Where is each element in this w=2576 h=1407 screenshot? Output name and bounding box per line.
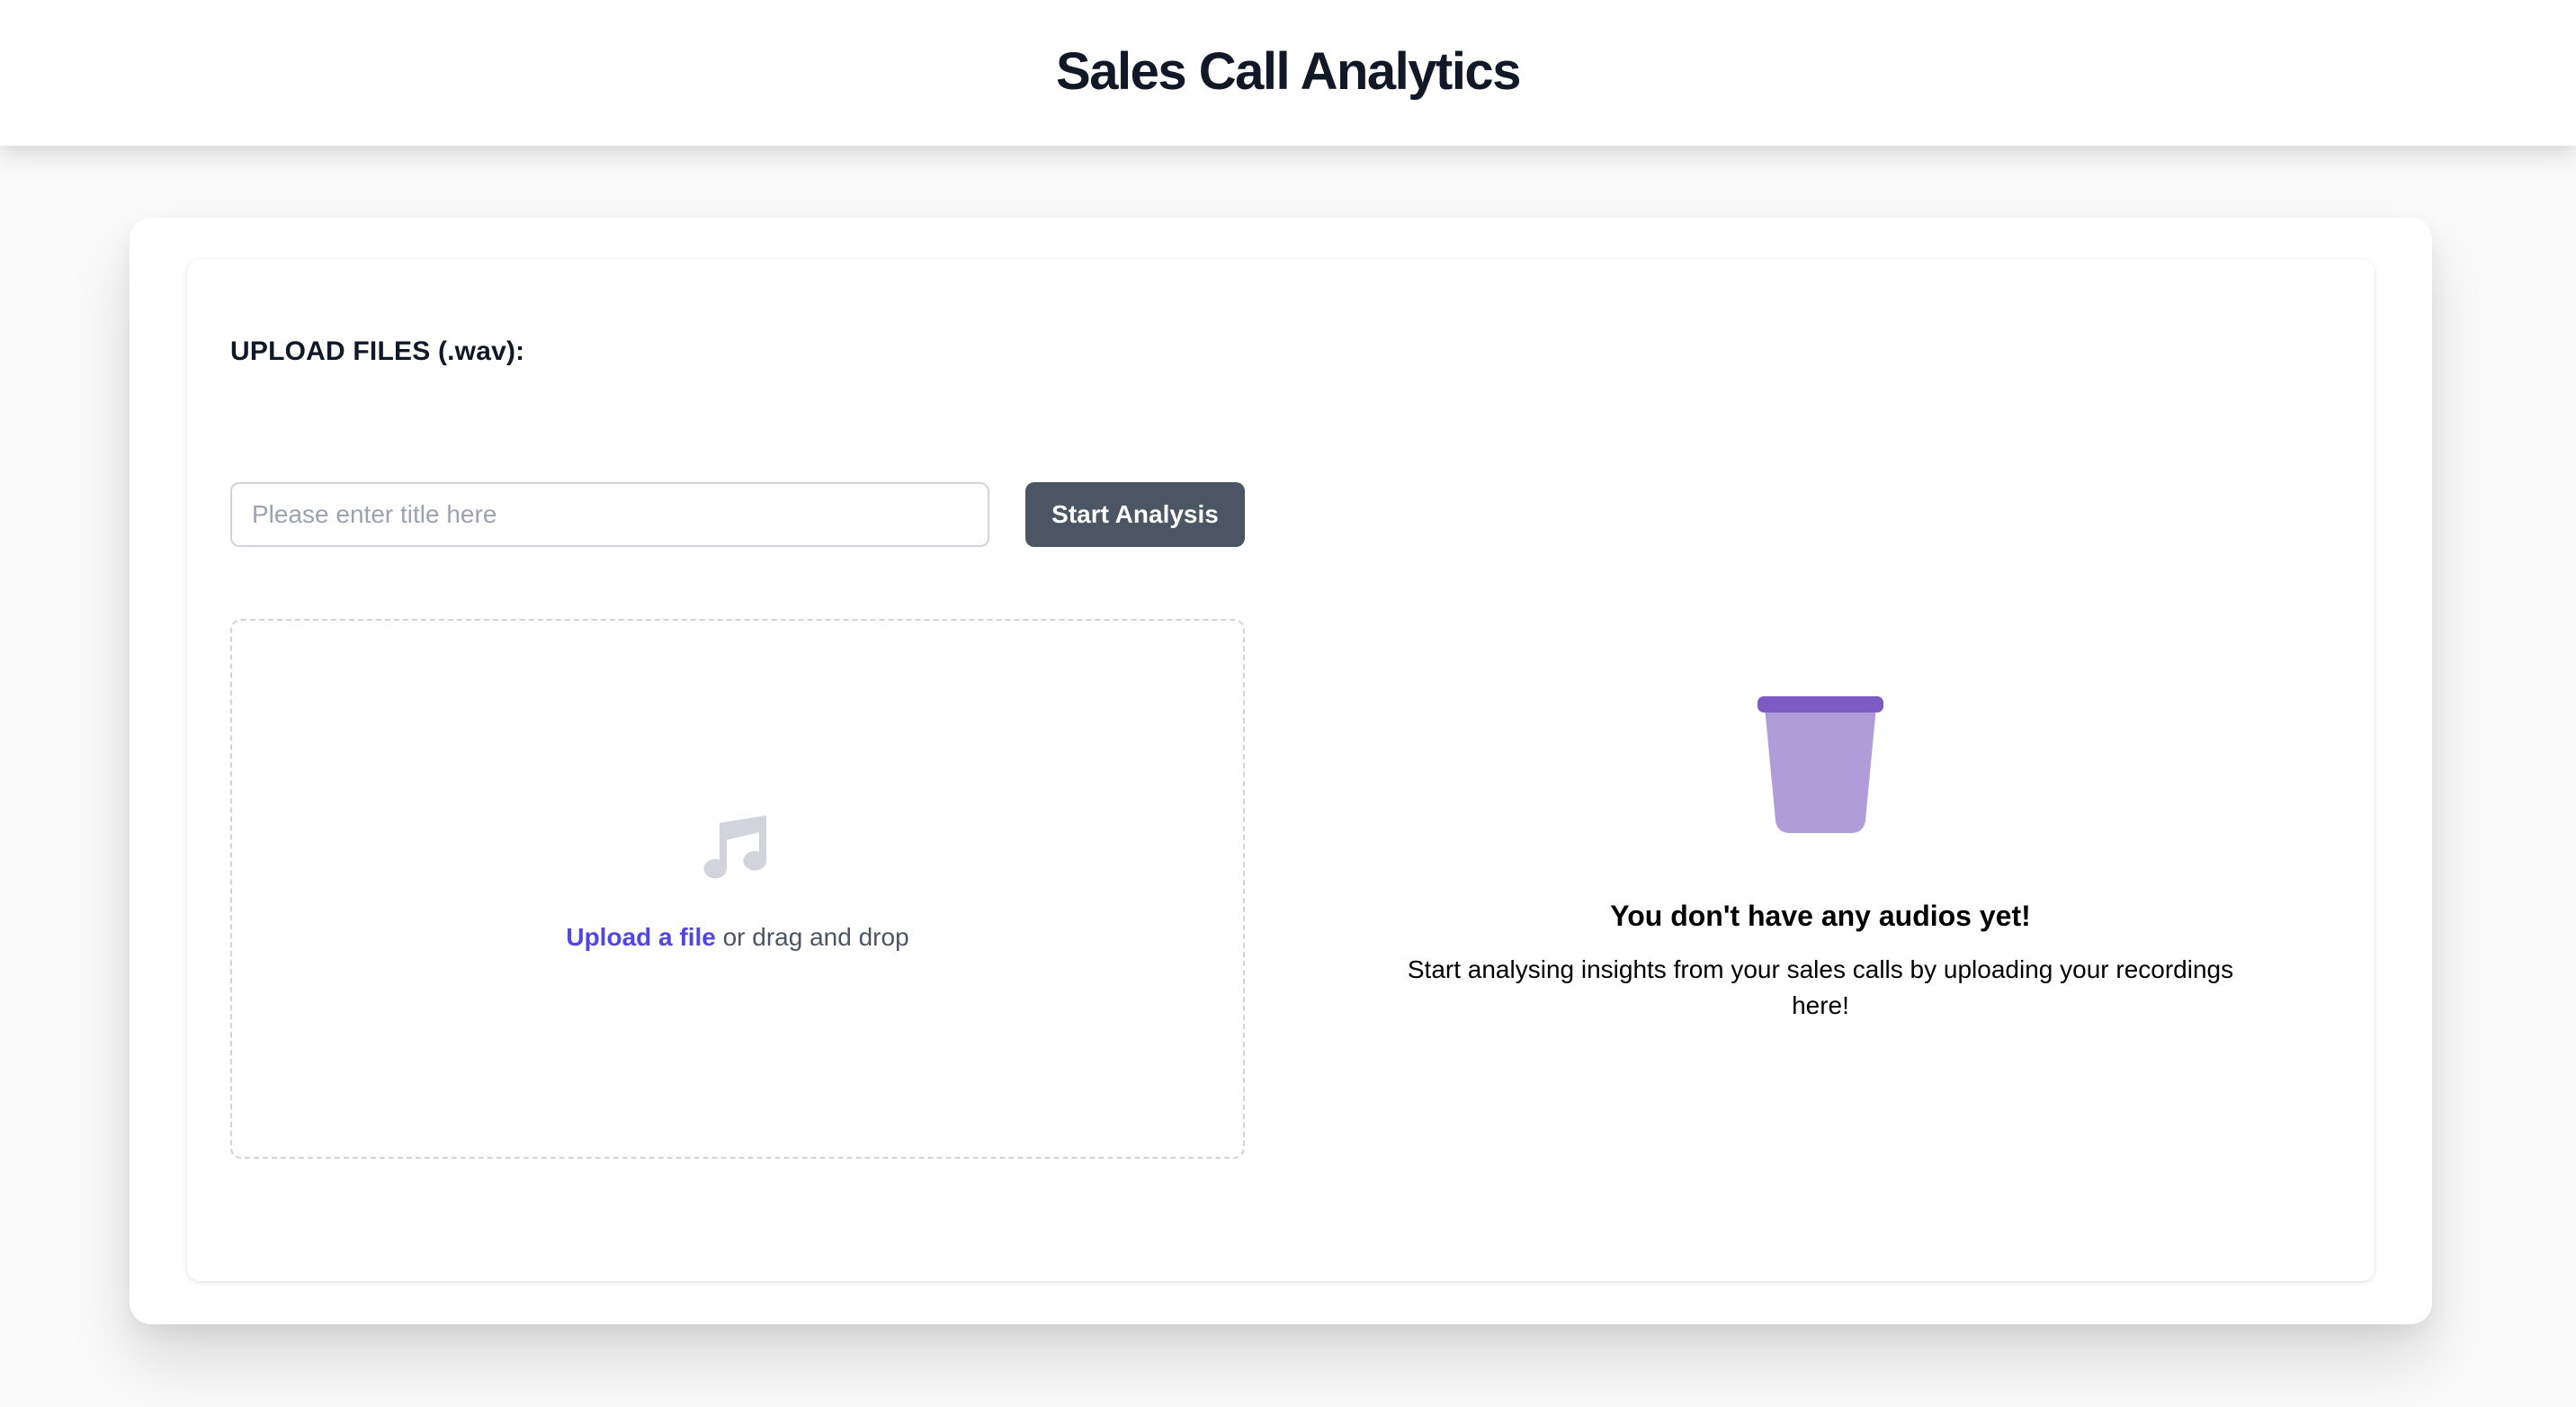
start-analysis-button[interactable]: Start Analysis (1025, 482, 1245, 547)
music-note-icon (703, 815, 766, 879)
dropzone-text: Upload a file or drag and drop (232, 923, 1243, 952)
empty-state-description: Start analysing insights from your sales… (1407, 955, 2234, 1019)
upload-file-link[interactable]: Upload a file (566, 923, 715, 951)
page-title: Sales Call Analytics (1056, 41, 1521, 101)
upload-section-label: UPLOAD FILES (.wav): (230, 336, 525, 366)
drag-drop-text: or drag and drop (715, 923, 909, 951)
main-card: UPLOAD FILES (.wav): Start Analysis Uplo… (130, 218, 2432, 1324)
title-input[interactable] (230, 482, 989, 547)
empty-state-title: You don't have any audios yet! (1610, 900, 2031, 932)
upload-panel: UPLOAD FILES (.wav): Start Analysis Uplo… (187, 259, 2375, 1281)
empty-state: You don't have any audios yet! Start ana… (1317, 619, 2324, 1159)
app-header: Sales Call Analytics (0, 0, 2576, 146)
file-dropzone[interactable]: Upload a file or drag and drop (230, 619, 1245, 1159)
trash-bin-icon (1758, 696, 1883, 833)
